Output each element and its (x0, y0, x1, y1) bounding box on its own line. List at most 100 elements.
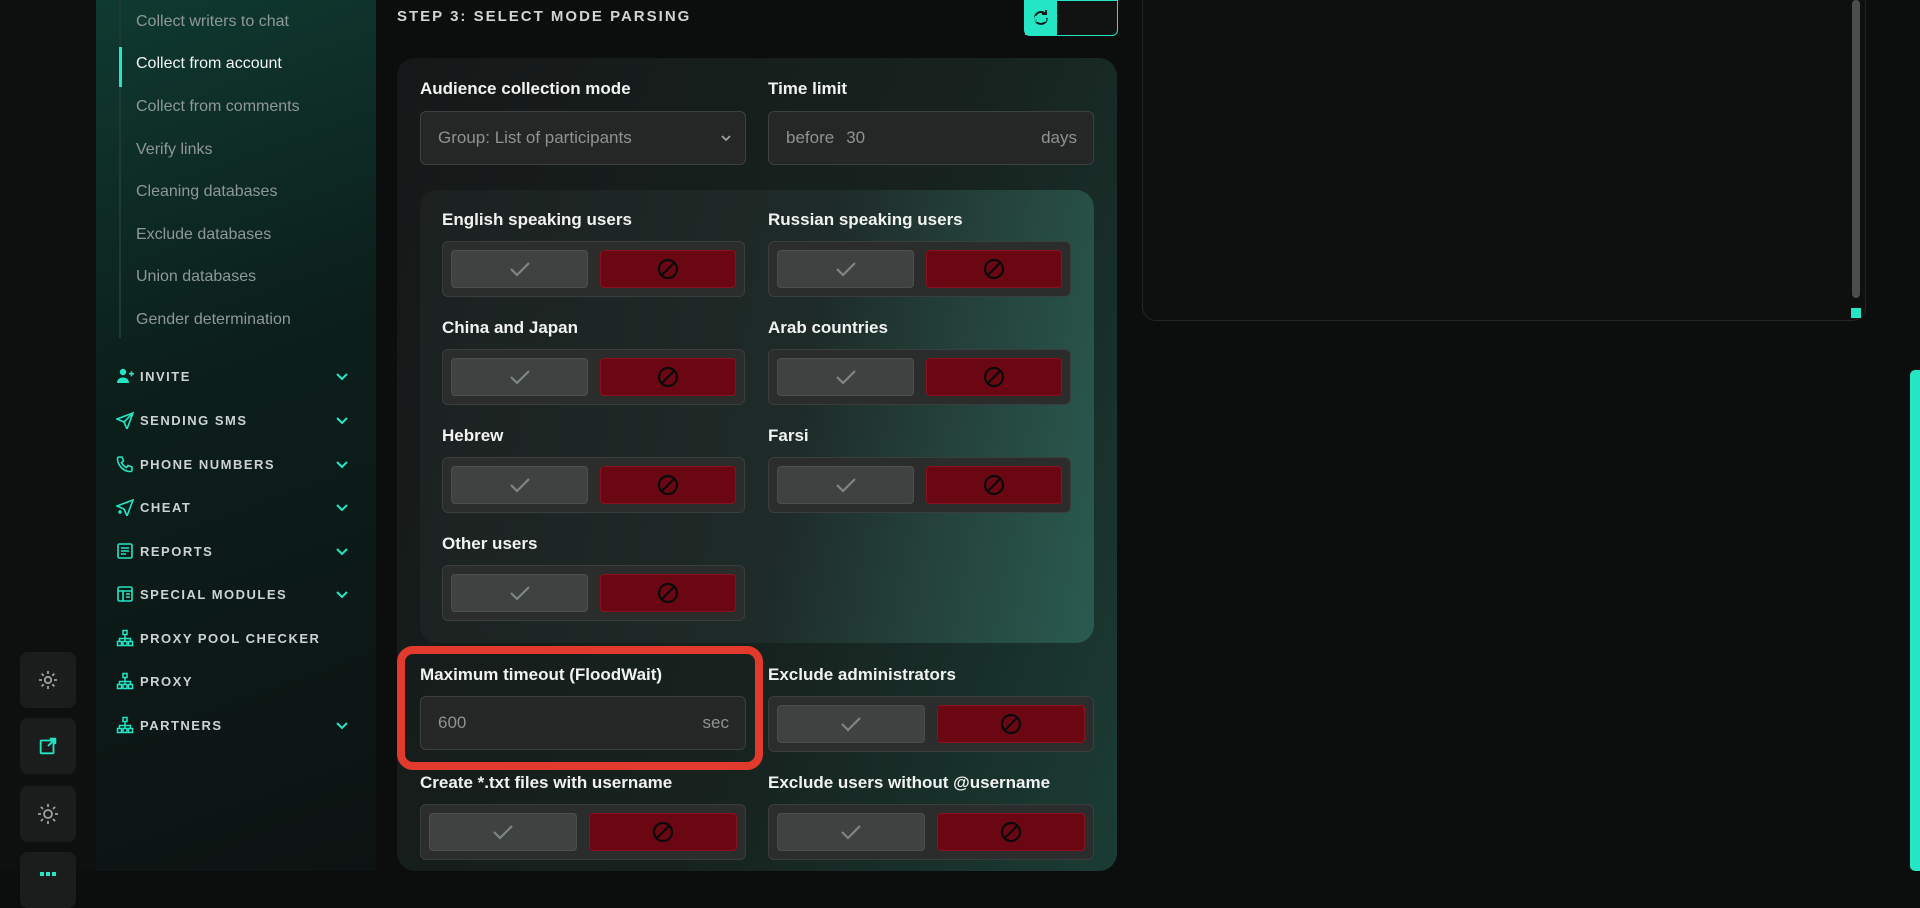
block-icon (983, 366, 1005, 388)
chevron-down-icon[interactable] (334, 412, 350, 428)
chevron-down-icon[interactable] (334, 717, 350, 733)
nav-proxy-pool-checker[interactable]: PROXY POOL CHECKER (116, 627, 320, 649)
hebrew-toggle[interactable] (442, 457, 745, 513)
audience-mode-label: Audience collection mode (420, 79, 631, 98)
block-icon (657, 258, 679, 280)
check-icon (835, 262, 856, 277)
check-icon (509, 262, 530, 277)
network-icon (116, 672, 134, 690)
nav-label: PROXY POOL CHECKER (140, 630, 321, 646)
nav-invite[interactable]: INVITE (116, 365, 191, 387)
exclude-admins-label: Exclude administrators (768, 665, 957, 684)
allow-button[interactable] (451, 574, 588, 612)
farsi-toggle[interactable] (768, 457, 1071, 513)
deny-button[interactable] (600, 250, 736, 288)
deny-button[interactable] (937, 813, 1085, 851)
chevron-down-icon[interactable] (334, 543, 350, 559)
chevron-down-icon[interactable] (334, 368, 350, 384)
block-icon (983, 258, 1005, 280)
nav-label: PHONE NUMBERS (140, 456, 276, 472)
check-icon (509, 370, 530, 385)
deny-button[interactable] (926, 466, 1062, 504)
sidebar-subitem-exclude-databases[interactable]: Exclude databases (136, 226, 271, 244)
time-limit-label: Time limit (768, 79, 848, 98)
settings-button[interactable] (20, 652, 76, 708)
chevron-down-icon (721, 135, 731, 142)
check-icon (841, 717, 861, 732)
allow-button[interactable] (777, 813, 925, 851)
deny-button[interactable] (937, 705, 1085, 743)
check-icon (841, 825, 861, 840)
chevron-down-icon[interactable] (334, 586, 350, 602)
exclude-admins-toggle[interactable] (768, 696, 1094, 752)
nav-phone-numbers[interactable]: PHONE NUMBERS (116, 453, 275, 475)
sidebar-subitem-collect-from-account[interactable]: Collect from account (136, 55, 282, 73)
block-icon (983, 474, 1005, 496)
resize-handle[interactable] (1851, 308, 1861, 318)
russian-users-toggle[interactable] (768, 241, 1071, 297)
allow-button[interactable] (429, 813, 577, 851)
other-users-toggle[interactable] (442, 565, 745, 621)
exclude-no-username-label: Exclude users without @username (768, 773, 1051, 792)
grid-button[interactable] (20, 852, 76, 908)
page-scrollbar[interactable] (1910, 370, 1920, 871)
exclude-no-username-toggle[interactable] (768, 804, 1094, 860)
icon-rail (0, 0, 96, 908)
sidebar-subitem-collect-from-comments[interactable]: Collect from comments (136, 98, 300, 116)
time-limit-input[interactable]: 30 (846, 128, 1041, 148)
log-scrollbar[interactable] (1852, 0, 1860, 298)
sidebar-subitem-gender-determination[interactable]: Gender determination (136, 311, 291, 329)
block-icon (1000, 821, 1022, 843)
check-icon (835, 478, 856, 493)
deny-button[interactable] (926, 358, 1062, 396)
sidebar-subitem-cleaning-databases[interactable]: Cleaning databases (136, 183, 277, 201)
external-link-button[interactable] (20, 718, 76, 774)
nav-label: PROXY (140, 673, 194, 689)
chevron-down-icon[interactable] (334, 499, 350, 515)
nav-sending-sms[interactable]: SENDING SMS (116, 409, 248, 431)
sidebar-subitem-collect-writers[interactable]: Collect writers to chat (136, 13, 289, 31)
sidebar-subitem-verify-links[interactable]: Verify links (136, 141, 212, 159)
phone-icon (116, 455, 134, 473)
paper-plane-icon (116, 411, 134, 429)
nav-reports[interactable]: REPORTS (116, 540, 213, 562)
allow-button[interactable] (451, 250, 588, 288)
allow-button[interactable] (777, 466, 914, 504)
allow-button[interactable] (451, 466, 588, 504)
allow-button[interactable] (777, 250, 914, 288)
deny-button[interactable] (589, 813, 737, 851)
nav-special-modules[interactable]: SPECIAL MODULES (116, 583, 287, 605)
nav-proxy[interactable]: PROXY (116, 670, 193, 692)
theme-toggle-button[interactable] (20, 786, 76, 842)
gear-icon (39, 671, 57, 689)
audience-mode-value: Group: List of participants (438, 128, 632, 147)
nav-label: CHEAT (140, 499, 192, 515)
audience-mode-select[interactable]: Group: List of participants (420, 111, 746, 165)
deny-button[interactable] (600, 466, 736, 504)
english-users-toggle[interactable] (442, 241, 745, 297)
deny-button[interactable] (600, 574, 736, 612)
create-txt-label: Create *.txt files with username (420, 773, 673, 792)
allow-button[interactable] (777, 705, 925, 743)
allow-button[interactable] (451, 358, 588, 396)
hebrew-label: Hebrew (442, 426, 504, 445)
chevron-down-icon[interactable] (334, 456, 350, 472)
sidebar: Collect writers to chat Collect from acc… (96, 0, 376, 871)
deny-button[interactable] (600, 358, 736, 396)
nav-partners[interactable]: PARTNERS (116, 714, 223, 736)
sidebar-subitem-union-databases[interactable]: Union databases (136, 268, 256, 286)
arab-countries-toggle[interactable] (768, 349, 1071, 405)
time-limit-field[interactable]: before 30 days (768, 111, 1094, 165)
nav-label: SENDING SMS (140, 412, 248, 428)
create-txt-toggle[interactable] (420, 804, 746, 860)
china-japan-toggle[interactable] (442, 349, 745, 405)
allow-button[interactable] (777, 358, 914, 396)
nav-cheat[interactable]: CHEAT (116, 496, 191, 518)
grid-icon (40, 872, 56, 876)
time-limit-suffix: days (1041, 128, 1077, 147)
block-icon (1000, 713, 1022, 735)
reset-button[interactable]: Reset (1024, 0, 1118, 36)
external-link-icon (39, 737, 57, 755)
modules-icon (116, 585, 134, 603)
deny-button[interactable] (926, 250, 1062, 288)
